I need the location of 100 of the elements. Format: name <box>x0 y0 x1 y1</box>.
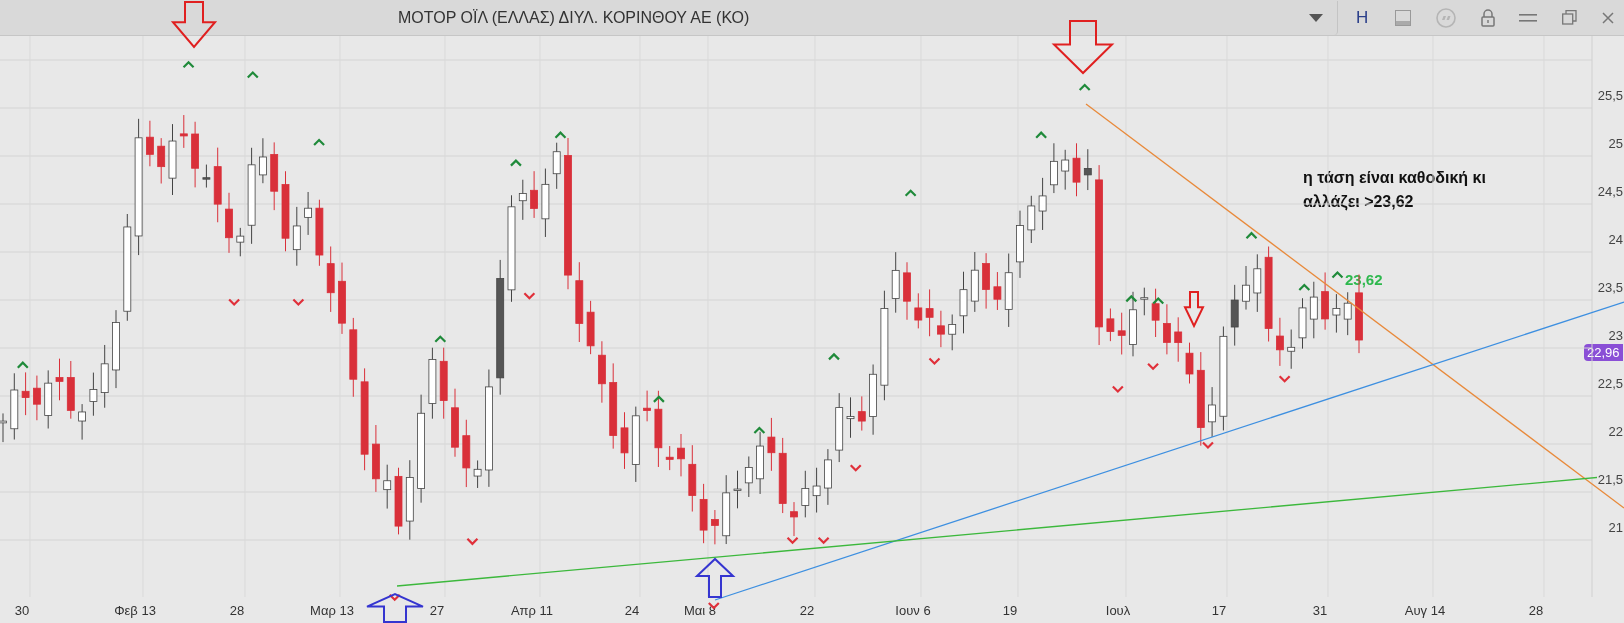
axis-label: 19 <box>1000 603 1020 618</box>
axis-label: 25,5 <box>1596 88 1624 103</box>
candle <box>677 433 685 477</box>
up-signal-marker <box>247 71 259 79</box>
candle <box>451 388 459 458</box>
axis-label: 28 <box>1526 603 1546 618</box>
candle <box>891 251 900 314</box>
title-field[interactable]: ΜΟΤΟΡ ΟΪΛ (ΕΛΛΑΣ) ΔΙΥΛ. ΚΟΡΙΝΘΟΥ ΑΕ (ΚΟ) <box>0 0 1338 35</box>
axis-label: Μαρ 13 <box>308 603 356 618</box>
candle <box>993 271 1002 311</box>
axis-label: 23 <box>1607 328 1624 343</box>
candle <box>688 444 697 513</box>
candle <box>1253 253 1262 313</box>
candle <box>202 164 211 189</box>
axis-label: 27 <box>427 603 447 618</box>
level-label: 23,62 <box>1345 271 1383 288</box>
caret-icon[interactable] <box>1309 13 1323 22</box>
down-arrow <box>170 1 218 49</box>
window-title: ΜΟΤΟΡ ΟΪΛ (ΕΛΛΑΣ) ΔΙΥΛ. ΚΟΡΙΝΘΟΥ ΑΕ (ΚΟ) <box>398 8 751 27</box>
annotation-text: η τάση είναι καθοδική κι αλλάζει >23,62 <box>1303 168 1487 213</box>
candle <box>44 369 53 429</box>
candle <box>292 206 301 267</box>
candle <box>643 390 651 422</box>
candle <box>665 445 674 471</box>
candle <box>1072 142 1081 197</box>
up-signal-marker <box>1298 283 1311 291</box>
candle <box>812 467 821 514</box>
axis-label: Αυγ 14 <box>1402 603 1448 618</box>
candle <box>1083 148 1092 191</box>
candle <box>1343 291 1352 336</box>
axis-label: 23,5 <box>1596 280 1624 295</box>
candle <box>1298 297 1307 350</box>
candle <box>55 358 64 401</box>
candle <box>1287 329 1296 370</box>
menu-icon[interactable] <box>1519 13 1538 22</box>
candle <box>530 170 538 219</box>
panel-icon[interactable] <box>1395 9 1412 26</box>
up-signal-marker <box>510 159 522 167</box>
candle <box>835 392 844 463</box>
candle <box>1061 149 1070 191</box>
axis-label: 22 <box>1607 424 1624 439</box>
up-signal-marker <box>1152 296 1165 305</box>
up-signal-marker <box>1245 231 1258 239</box>
candle <box>1016 210 1024 279</box>
candle <box>869 364 877 436</box>
candle <box>179 114 188 149</box>
candle <box>0 412 7 443</box>
down-arrow <box>1183 291 1205 329</box>
candle <box>744 455 753 498</box>
up-signal-marker <box>17 361 29 369</box>
candle <box>157 137 166 184</box>
candle <box>33 375 41 421</box>
restore-icon[interactable] <box>1562 10 1578 25</box>
candle <box>857 395 866 432</box>
candle <box>914 292 923 329</box>
candle <box>1185 342 1194 384</box>
axis-label: 31 <box>1310 603 1330 618</box>
lock-icon[interactable] <box>1480 8 1495 27</box>
toolbar-letter-button[interactable]: H <box>1354 7 1371 28</box>
candle <box>824 448 832 506</box>
last-price-tag: 22,96 <box>1584 344 1623 361</box>
candle <box>699 483 708 544</box>
close-icon[interactable] <box>1601 11 1614 24</box>
candle <box>1106 308 1115 342</box>
axis-label: 28 <box>227 603 247 618</box>
candle <box>959 271 968 334</box>
candle <box>394 467 403 535</box>
axis-label: Φεβ 13 <box>112 603 158 618</box>
candle <box>722 474 731 545</box>
candle <box>304 191 312 236</box>
candle <box>1276 317 1284 367</box>
up-signal-marker <box>1125 294 1138 303</box>
candle <box>767 417 776 472</box>
axis-label: 24 <box>1607 232 1624 247</box>
candle <box>1027 195 1036 244</box>
candle <box>1309 281 1318 339</box>
candle <box>383 464 392 510</box>
up-signal-marker <box>653 395 665 403</box>
candle <box>925 288 934 337</box>
up-signal-marker <box>554 131 567 139</box>
candle <box>801 470 810 518</box>
candle <box>10 372 19 441</box>
down-arrow <box>1051 20 1115 75</box>
axis-label: Ιουν 6 <box>893 603 933 618</box>
candle <box>598 340 606 404</box>
candle <box>225 192 233 254</box>
candle <box>315 199 324 267</box>
candle <box>100 344 109 409</box>
candle <box>146 120 154 167</box>
candle <box>1140 287 1149 316</box>
candle <box>1174 316 1183 363</box>
up-arrow <box>366 592 424 623</box>
candle <box>191 121 199 188</box>
up-signal-marker <box>904 189 917 197</box>
candle <box>259 137 267 184</box>
up-arrow <box>694 557 736 598</box>
candle <box>1038 177 1047 231</box>
candle <box>1321 271 1329 331</box>
axis-label: 22,5 <box>1596 376 1624 391</box>
candle <box>790 501 798 537</box>
